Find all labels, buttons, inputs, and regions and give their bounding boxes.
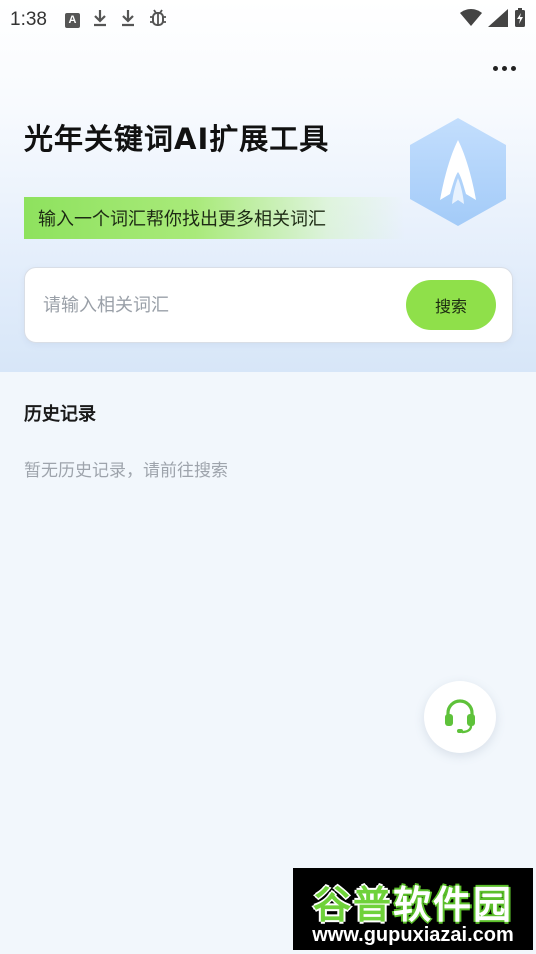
app-title: 光年关键词AI扩展工具 — [24, 122, 330, 156]
download-icon — [120, 9, 136, 31]
signal-icon — [488, 9, 508, 31]
history-title: 历史记录 — [24, 404, 96, 425]
download-icon — [92, 9, 108, 31]
bug-icon — [148, 8, 168, 32]
status-icons-right — [460, 8, 526, 32]
tagline-banner: 输入一个词汇帮你找出更多相关词汇 — [24, 197, 404, 239]
dot — [501, 65, 507, 71]
status-bar: 1:38 A — [0, 0, 536, 40]
dot — [510, 65, 516, 71]
wifi-icon — [460, 9, 482, 31]
a-notification-icon: A — [64, 12, 80, 28]
status-time: 1:38 — [10, 9, 47, 30]
customer-support-button[interactable] — [424, 681, 496, 753]
more-options-button[interactable] — [486, 54, 522, 82]
dot — [492, 65, 498, 71]
rocket-hexagon-logo — [406, 116, 510, 228]
search-button[interactable]: 搜索 — [406, 280, 496, 330]
battery-charging-icon — [514, 8, 526, 32]
status-icons-left: A — [64, 8, 168, 32]
watermark-title: 谷普软件园 — [312, 883, 514, 927]
headset-icon — [440, 695, 480, 739]
history-empty-text: 暂无历史记录，请前往搜索 — [24, 461, 228, 481]
watermark-url: www.gupuxiazai.com — [312, 924, 514, 946]
site-watermark: 谷普软件园 www.gupuxiazai.com — [293, 868, 533, 950]
search-card: 搜索 — [24, 267, 513, 343]
search-input[interactable] — [43, 294, 406, 316]
